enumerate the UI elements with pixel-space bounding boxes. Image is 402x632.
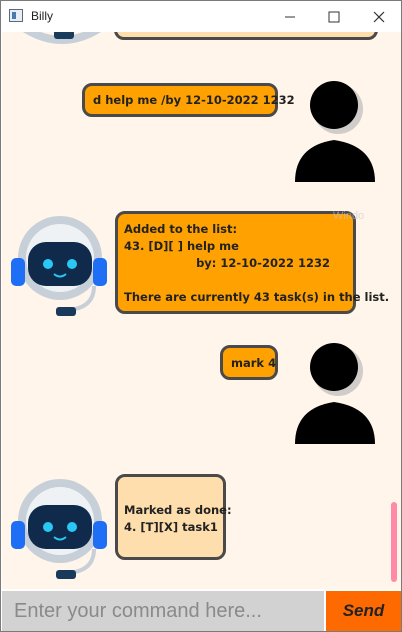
minimize-button[interactable] bbox=[267, 1, 312, 32]
user-avatar-icon bbox=[295, 81, 375, 182]
scrollbar-thumb[interactable] bbox=[391, 502, 397, 582]
window-title: Billy bbox=[31, 9, 54, 23]
background-overlay-text: Windo bbox=[333, 210, 365, 222]
maximize-button[interactable] bbox=[311, 1, 356, 32]
close-button[interactable] bbox=[356, 1, 401, 32]
bot-message-bubble: Marked as done: 4. [T][X] task1 bbox=[115, 474, 232, 560]
app-window: Billy d help me /by 12-10-2022 1232 Adde… bbox=[0, 0, 402, 632]
robot-avatar-icon bbox=[11, 479, 107, 579]
input-bar: Send bbox=[2, 589, 401, 631]
user-message-bubble: d help me /by 12-10-2022 1232 bbox=[82, 83, 295, 117]
send-button[interactable]: Send bbox=[326, 591, 401, 631]
robot-avatar-icon bbox=[22, 32, 102, 44]
title-bar[interactable]: Billy bbox=[1, 1, 401, 32]
window-icon bbox=[9, 9, 23, 22]
user-message-bubble: mark 4 bbox=[220, 345, 278, 380]
chat-area[interactable]: d help me /by 12-10-2022 1232 Added to t… bbox=[2, 32, 401, 589]
minimize-icon bbox=[284, 16, 295, 17]
close-icon bbox=[373, 11, 384, 22]
user-avatar-icon bbox=[295, 343, 375, 444]
command-input[interactable] bbox=[2, 591, 324, 631]
maximize-icon bbox=[328, 11, 339, 22]
bot-message-bubble bbox=[114, 32, 378, 40]
bot-message-bubble: Added to the list: 43. [D][ ] help me by… bbox=[115, 211, 389, 314]
robot-avatar-icon bbox=[11, 216, 107, 316]
